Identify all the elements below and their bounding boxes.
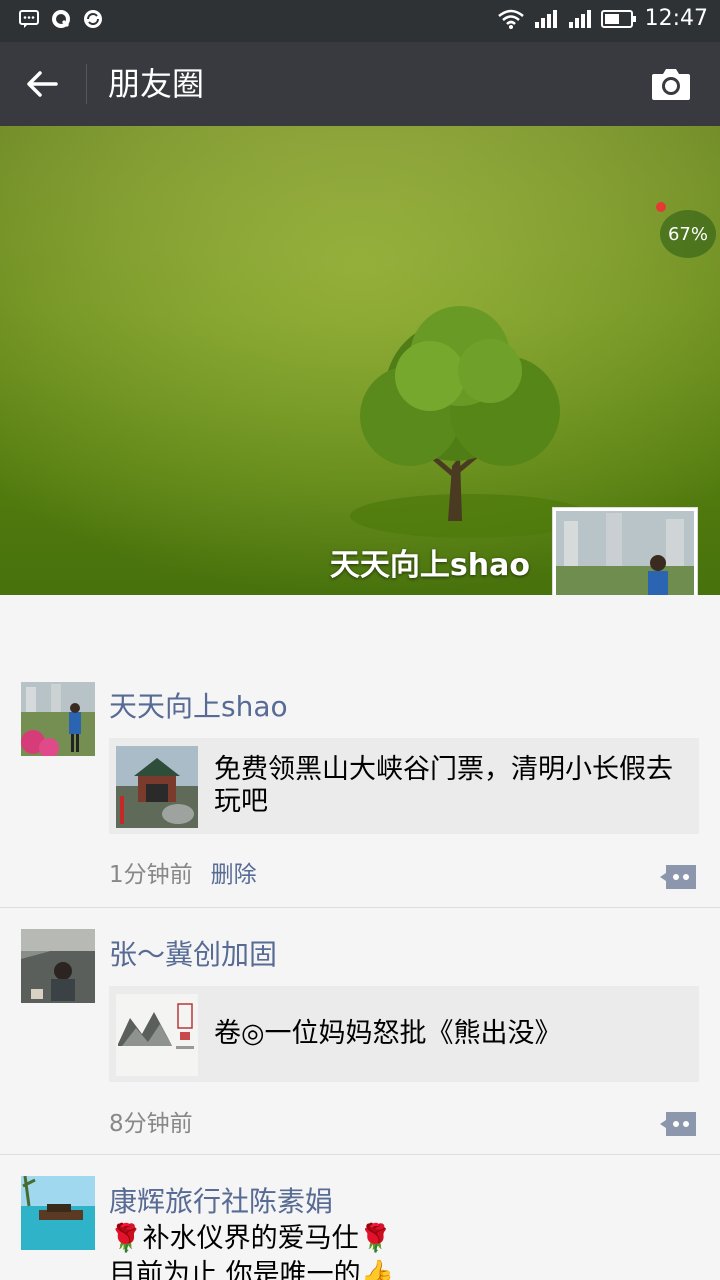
post-text-line-2: 目前为止 你是唯一的👍 (109, 1259, 395, 1280)
status-bar: 12:47 (0, 0, 720, 42)
camera-icon[interactable] (650, 66, 692, 102)
moment-post: 天天向上shao 免费领黑山大峡谷门票，清明小长假去玩吧 1分钟前 删除 (0, 595, 720, 907)
link-thumbnail (116, 994, 198, 1076)
link-title: 免费领黑山大峡谷门票，清明小长假去玩吧 (214, 754, 673, 817)
link-thumbnail (116, 746, 198, 828)
post-text-line-1: 🌹补水仪界的爱马仕🌹 (109, 1223, 393, 1254)
progress-badge[interactable]: 67% (656, 202, 716, 258)
author-name[interactable]: 张～冀创加固 (109, 933, 277, 973)
author-name[interactable]: 康辉旅行社陈素娟 (109, 1180, 333, 1220)
author-name[interactable]: 天天向上shao (109, 685, 288, 725)
nav-bar: 朋友圈 (0, 42, 720, 126)
battery-icon (600, 9, 636, 28)
comment-icon[interactable] (660, 1110, 698, 1138)
back-arrow-icon[interactable] (22, 64, 62, 104)
signal-icon-2 (568, 9, 591, 28)
avatar[interactable] (21, 1176, 95, 1250)
qq-icon (52, 10, 70, 28)
page-title: 朋友圈 (108, 65, 205, 103)
message-icon (19, 10, 39, 28)
clock: 12:47 (644, 6, 708, 31)
cover-username: 天天向上shao (329, 548, 530, 583)
signal-icon (534, 9, 557, 28)
nav-divider (86, 64, 87, 104)
comment-icon[interactable] (660, 863, 698, 891)
post-meta: 1分钟前 删除 (109, 855, 257, 889)
sync-icon (84, 10, 102, 28)
post-time: 1分钟前 (109, 862, 193, 888)
delete-link[interactable]: 删除 (211, 862, 257, 888)
avatar[interactable] (21, 682, 95, 756)
notification-dot (656, 202, 666, 212)
wifi-icon (497, 9, 524, 29)
post-meta: 8分钟前 (109, 1104, 193, 1138)
link-card[interactable]: 卷◎一位妈妈怒批《熊出没》 (109, 986, 699, 1082)
post-time: 8分钟前 (109, 1111, 193, 1137)
moment-post: 康辉旅行社陈素娟 🌹补水仪界的爱马仕🌹 目前为止 你是唯一的👍 (0, 1155, 720, 1280)
link-card[interactable]: 免费领黑山大峡谷门票，清明小长假去玩吧 (109, 738, 699, 834)
link-title: 卷◎一位妈妈怒批《熊出没》 (214, 1018, 562, 1049)
moment-post: 张～冀创加固 卷◎一位妈妈怒批《熊出没》 8分钟前 (0, 908, 720, 1154)
avatar[interactable] (21, 929, 95, 1003)
